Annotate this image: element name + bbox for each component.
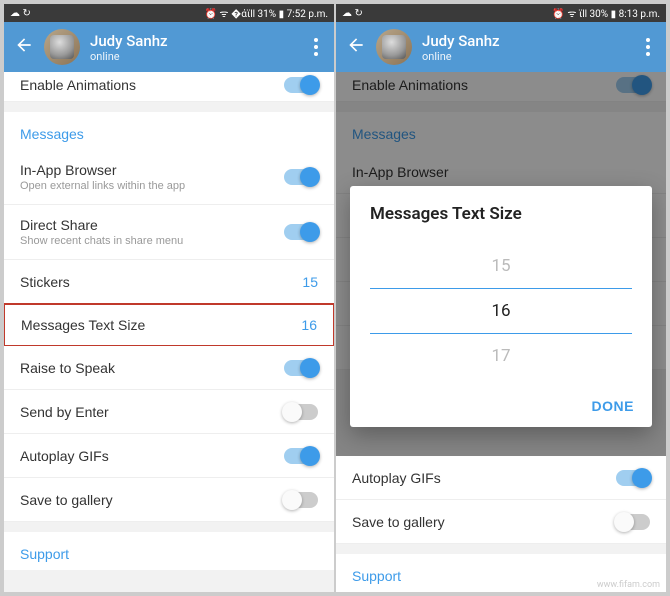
- section-messages: Messages: [4, 112, 334, 150]
- avatar[interactable]: [44, 29, 80, 65]
- toggle-off[interactable]: [284, 404, 318, 420]
- row-label: Raise to Speak: [20, 360, 284, 376]
- contact-name: Judy Sanhz: [422, 32, 640, 50]
- row-label: In-App Browser: [20, 162, 284, 178]
- phone-screenshot-right: ☁ ↻ ⏰ ᯤ ⁠ϊll 30% ▮ 8:13 p.m. Judy Sanhz …: [336, 4, 666, 592]
- row-label: Autoplay GIFs: [20, 448, 284, 464]
- enable-animations-row[interactable]: Enable Animations: [4, 72, 334, 102]
- row-label: Direct Share: [20, 217, 284, 233]
- toggle-on: [616, 77, 650, 93]
- settings-list[interactable]: Enable Animations Messages In-App Browse…: [4, 72, 334, 592]
- save-to-gallery-row[interactable]: Save to gallery: [4, 478, 334, 522]
- enable-animations-row: Enable Animations: [336, 72, 666, 102]
- row-label: In-App Browser: [352, 164, 650, 180]
- dialog-title: Messages Text Size: [350, 204, 652, 234]
- text-size-dialog: Messages Text Size 15 16 17 DONE: [350, 186, 652, 427]
- toggle-on[interactable]: [284, 360, 318, 376]
- toggle-on[interactable]: [284, 169, 318, 185]
- raise-to-speak-row[interactable]: Raise to Speak: [4, 346, 334, 390]
- autoplay-gifs-row[interactable]: Autoplay GIFs: [336, 456, 666, 500]
- status-left-icons: ☁ ↻: [342, 8, 363, 19]
- status-bar: ☁ ↻ ⏰ ᯤ �άϊll 31% ▮ 7:52 p.m.: [4, 4, 334, 22]
- status-bar: ☁ ↻ ⏰ ᯤ ⁠ϊll 30% ▮ 8:13 p.m.: [336, 4, 666, 22]
- chat-header: Judy Sanhz online: [336, 22, 666, 72]
- toggle-off[interactable]: [616, 514, 650, 530]
- row-label: Save to gallery: [352, 514, 616, 530]
- autoplay-gifs-row[interactable]: Autoplay GIFs: [4, 434, 334, 478]
- number-picker[interactable]: 15 16 17: [350, 234, 652, 388]
- back-icon[interactable]: [14, 35, 34, 59]
- row-label: Save to gallery: [20, 492, 284, 508]
- status-right-icons: ⏰ ᯤ ⁠ϊll 30% ▮ 8:13 p.m.: [552, 6, 660, 20]
- watermark: www.fifam.com: [597, 580, 660, 590]
- phone-screenshot-left: ☁ ↻ ⏰ ᯤ �άϊll 31% ▮ 7:52 p.m. Judy Sanhz…: [4, 4, 334, 592]
- row-label: Enable Animations: [352, 77, 616, 93]
- done-button[interactable]: DONE: [592, 398, 634, 414]
- row-label: Messages Text Size: [21, 317, 301, 333]
- in-app-browser-row[interactable]: In-App Browser Open external links withi…: [4, 150, 334, 205]
- avatar[interactable]: [376, 29, 412, 65]
- row-value: 16: [301, 317, 317, 333]
- row-value: 15: [302, 274, 318, 290]
- row-label: Autoplay GIFs: [352, 470, 616, 486]
- save-to-gallery-row[interactable]: Save to gallery: [336, 500, 666, 544]
- section-messages: Messages: [336, 112, 666, 150]
- row-sublabel: Open external links within the app: [20, 180, 284, 192]
- contact-status: online: [422, 50, 640, 63]
- status-left-icons: ☁ ↻: [10, 8, 31, 19]
- toggle-on[interactable]: [284, 77, 318, 93]
- send-by-enter-row[interactable]: Send by Enter: [4, 390, 334, 434]
- stickers-row[interactable]: Stickers 15: [4, 260, 334, 304]
- row-label: Enable Animations: [20, 77, 284, 93]
- more-icon[interactable]: [640, 32, 656, 62]
- toggle-on[interactable]: [616, 470, 650, 486]
- toggle-on[interactable]: [284, 448, 318, 464]
- picker-option-next[interactable]: 17: [370, 334, 632, 378]
- section-support[interactable]: Support: [4, 532, 334, 570]
- row-sublabel: Show recent chats in share menu: [20, 235, 284, 247]
- row-label: Send by Enter: [20, 404, 284, 420]
- chat-header: Judy Sanhz online: [4, 22, 334, 72]
- contact-name: Judy Sanhz: [90, 32, 308, 50]
- more-icon[interactable]: [308, 32, 324, 62]
- toggle-on[interactable]: [284, 224, 318, 240]
- picker-option-current[interactable]: 16: [370, 288, 632, 334]
- back-icon[interactable]: [346, 35, 366, 59]
- row-label: Stickers: [20, 274, 302, 290]
- toggle-off[interactable]: [284, 492, 318, 508]
- contact-status: online: [90, 50, 308, 63]
- picker-option-prev[interactable]: 15: [370, 244, 632, 288]
- direct-share-row[interactable]: Direct Share Show recent chats in share …: [4, 205, 334, 260]
- messages-text-size-row[interactable]: Messages Text Size 16: [4, 303, 334, 347]
- status-right-icons: ⏰ ᯤ �άϊll 31% ▮ 7:52 p.m.: [205, 6, 329, 20]
